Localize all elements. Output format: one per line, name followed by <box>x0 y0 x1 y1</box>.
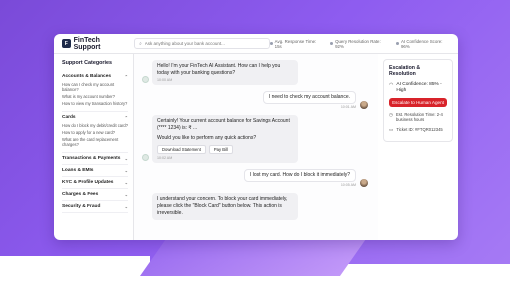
message-text: I need to check my account balance. <box>268 94 350 100</box>
category-label: Charges & Fees <box>62 192 99 197</box>
category-security[interactable]: Security & Fraud ⌄ <box>62 201 128 213</box>
sidebar: Support Categories Accounts & Balances ⌃… <box>54 54 134 240</box>
message-text: Certainly! Your current account balance … <box>157 118 290 131</box>
category-label: Accounts & Balances <box>62 74 112 79</box>
category-question[interactable]: How to view my transaction history? <box>62 101 128 106</box>
category-label: KYC & Profile Updates <box>62 180 114 185</box>
user-avatar <box>360 179 368 187</box>
stat-response-time: Avg. Response Time: 15s <box>269 38 322 49</box>
message-text: Would you like to perform any quick acti… <box>157 135 257 141</box>
category-question[interactable]: What is my account number? <box>62 94 128 99</box>
message-bubble: I understand your concern. To block your… <box>152 193 298 220</box>
category-label: Transactions & Payments <box>62 156 121 161</box>
category-question[interactable]: How to apply for a new card? <box>62 130 128 135</box>
stat-resolution-rate: Query Resolution Rate: 92% <box>330 39 388 49</box>
stat-confidence: AI Confidence Score: 96% <box>396 39 450 49</box>
resolution-time: ◷ Est. Resolution Time: 2-4 business hou… <box>389 112 447 123</box>
chevron-down-icon: ⌄ <box>124 204 128 209</box>
stats-bar: Avg. Response Time: 15s Query Resolution… <box>269 38 450 49</box>
category-question[interactable]: What are the card replacement charges? <box>62 137 128 147</box>
chevron-up-icon: ⌃ <box>124 74 128 79</box>
ticket-icon: ▭ <box>389 126 394 132</box>
category-accounts: Accounts & Balances ⌃ How can I check my… <box>62 71 128 112</box>
message-bubble: I lost my card. How do I block it immedi… <box>243 169 356 182</box>
escalation-card: Escalation & Resolution ◠ AI Confidence:… <box>383 59 453 143</box>
category-loans[interactable]: Loans & EMIs ⌄ <box>62 165 128 177</box>
confidence-text: AI Confidence: 85% - High <box>396 82 442 93</box>
message-text: Hello! I'm your FinTech AI Assistant. Ho… <box>157 63 281 76</box>
gauge-icon: ◠ <box>389 82 394 88</box>
top-bar: F FinTech Support ⌕ Avg. Response Time: … <box>54 34 458 54</box>
chevron-down-icon: ⌄ <box>124 180 128 185</box>
clock-icon: ◷ <box>389 112 394 117</box>
quick-actions: Download Statement Pay Bill <box>157 145 293 154</box>
panel-title: Escalation & Resolution <box>389 65 421 77</box>
user-message: I lost my card. How do I block it immedi… <box>148 169 368 187</box>
stat-label: AI Confidence Score: 96% <box>400 38 443 49</box>
category-label: Security & Fraud <box>62 204 101 209</box>
category-charges[interactable]: Charges & Fees ⌄ <box>62 189 128 201</box>
stat-label: Avg. Response Time: 15s <box>274 38 317 49</box>
check-icon <box>330 42 334 45</box>
ticket-id: ▭ Ticket ID: #FTQR012345 <box>389 127 447 132</box>
background-wave <box>0 256 510 296</box>
pay-bill-button[interactable]: Pay Bill <box>208 145 233 154</box>
chat-area[interactable]: Hello! I'm your FinTech AI Assistant. Ho… <box>134 54 378 240</box>
category-label: Loans & EMIs <box>62 168 94 173</box>
sidebar-title: Support Categories <box>62 60 113 66</box>
user-message: I need to check my account balance. 10:0… <box>148 91 368 109</box>
logo: F FinTech Support <box>62 37 126 51</box>
category-kyc[interactable]: KYC & Profile Updates ⌄ <box>62 177 128 189</box>
clock-icon <box>269 42 273 45</box>
app-title: FinTech Support <box>73 36 101 51</box>
stat-label: Query Resolution Rate: 92% <box>335 38 381 49</box>
message-bubble: I need to check my account balance. <box>262 91 356 104</box>
message-time: 10:01 AM <box>340 105 356 109</box>
escalation-panel: Escalation & Resolution ◠ AI Confidence:… <box>378 54 458 240</box>
bot-avatar-icon <box>142 76 149 83</box>
app-window: F FinTech Support ⌕ Avg. Response Time: … <box>54 34 458 240</box>
message-bubble: Hello! I'm your FinTech AI Assistant. Ho… <box>152 60 298 85</box>
category-question[interactable]: How do I block my debit/credit card? <box>62 123 128 128</box>
logo-icon: F <box>62 39 71 48</box>
category-transactions[interactable]: Transactions & Payments ⌄ <box>62 153 128 165</box>
ticket-id-text: Ticket ID: #FTQR012345 <box>396 126 443 132</box>
search-bar[interactable]: ⌕ <box>134 38 270 49</box>
chevron-down-icon: ⌄ <box>124 168 128 173</box>
message-time: 10:00 AM <box>157 78 173 82</box>
search-icon: ⌕ <box>139 41 142 46</box>
chevron-down-icon: ⌄ <box>124 156 128 161</box>
message-bubble: Certainly! Your current account balance … <box>152 115 298 163</box>
chevron-up-icon: ⌃ <box>124 115 128 120</box>
bot-avatar-icon <box>142 154 149 161</box>
ai-confidence: ◠ AI Confidence: 85% - High <box>389 82 447 94</box>
category-question[interactable]: How can I check my account balance? <box>62 82 128 92</box>
category-cards: Cards ⌃ How do I block my debit/credit c… <box>62 112 128 153</box>
message-time: 10:02 AM <box>157 156 173 160</box>
message-text: I lost my card. How do I block it immedi… <box>249 172 350 178</box>
search-input[interactable] <box>144 41 265 46</box>
category-label: Cards <box>62 115 76 120</box>
chevron-down-icon: ⌄ <box>124 192 128 197</box>
message-text: I understand your concern. To block your… <box>157 196 288 216</box>
message-time: 10:05 AM <box>340 183 356 187</box>
category-header[interactable]: Accounts & Balances ⌃ <box>62 74 128 79</box>
resolution-time-text: Est. Resolution Time: 2-4 business hours <box>396 112 443 123</box>
escalate-button[interactable]: Escalate to Human Agent <box>389 98 447 107</box>
bot-message: Hello! I'm your FinTech AI Assistant. Ho… <box>142 60 298 85</box>
download-statement-button[interactable]: Download Statement <box>157 145 206 154</box>
shield-icon <box>396 42 399 45</box>
category-header[interactable]: Cards ⌃ <box>62 115 128 120</box>
bot-message: Certainly! Your current account balance … <box>142 115 298 163</box>
bot-message: I understand your concern. To block your… <box>152 193 298 220</box>
user-avatar <box>360 101 368 109</box>
